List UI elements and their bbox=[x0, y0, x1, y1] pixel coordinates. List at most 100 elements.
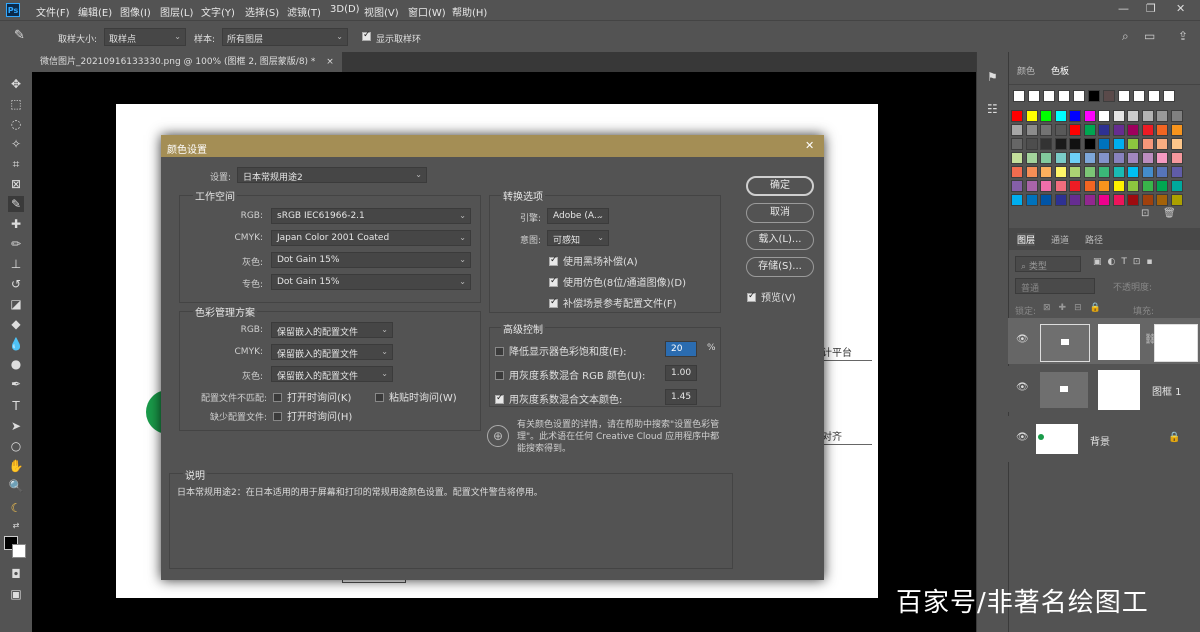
blend-rgb-checkbox[interactable]: 用灰度系数混合 RGB 颜色(U): bbox=[495, 367, 645, 382]
swatch[interactable] bbox=[1025, 194, 1038, 206]
blend-text-checkbox[interactable]: 用灰度系数混合文本颜色: bbox=[495, 391, 622, 406]
swatch[interactable] bbox=[1127, 138, 1139, 150]
properties-panel-icon[interactable]: ☷ bbox=[987, 102, 998, 116]
swatch[interactable] bbox=[1112, 110, 1125, 122]
swatch[interactable] bbox=[1141, 166, 1154, 178]
eraser-tool-icon[interactable]: ◪ bbox=[8, 296, 24, 312]
menu-filter[interactable]: 滤镜(T) bbox=[287, 4, 321, 19]
swatch[interactable] bbox=[1069, 124, 1081, 136]
swatch[interactable] bbox=[1054, 194, 1067, 206]
swatch[interactable] bbox=[1040, 180, 1052, 192]
lasso-tool-icon[interactable]: ◌ bbox=[8, 116, 24, 132]
swatch[interactable] bbox=[1011, 138, 1023, 150]
menu-3d[interactable]: 3D(D) bbox=[330, 4, 360, 15]
swatch[interactable] bbox=[1011, 180, 1023, 192]
layer-row[interactable]: 👁 图框 1 bbox=[1008, 366, 1200, 412]
swatch[interactable] bbox=[1011, 110, 1023, 122]
swatch[interactable] bbox=[1170, 194, 1183, 206]
swatch[interactable] bbox=[1127, 194, 1139, 206]
layer-kind-filter[interactable]: ⌕ 类型 bbox=[1015, 256, 1081, 272]
swatch[interactable] bbox=[1156, 110, 1168, 122]
swatch[interactable] bbox=[1013, 90, 1025, 102]
swatch[interactable] bbox=[1141, 138, 1154, 150]
menu-select[interactable]: 选择(S) bbox=[245, 4, 279, 19]
new-swatch-icon[interactable]: ⊡ bbox=[1141, 208, 1149, 219]
tab-channels[interactable]: 通道 bbox=[1051, 233, 1069, 246]
history-panel-icon[interactable]: ⚑ bbox=[987, 70, 998, 84]
cancel-button[interactable]: 取消 bbox=[746, 203, 814, 223]
menu-layer[interactable]: 图层(L) bbox=[160, 4, 193, 19]
eye-icon[interactable]: 👁 bbox=[1016, 432, 1029, 443]
swatch[interactable] bbox=[1170, 124, 1183, 136]
dither-checkbox[interactable]: 使用仿色(8位/通道图像)(D) bbox=[549, 274, 686, 289]
swatch[interactable] bbox=[1025, 166, 1038, 178]
swatch[interactable] bbox=[1011, 152, 1023, 164]
swatch[interactable] bbox=[1127, 152, 1139, 164]
swatch[interactable] bbox=[1098, 166, 1110, 178]
swatch[interactable] bbox=[1170, 152, 1183, 164]
swatch[interactable] bbox=[1163, 90, 1175, 102]
dialog-title-bar[interactable]: 颜色设置 ✕ bbox=[161, 135, 824, 157]
swatch[interactable] bbox=[1069, 166, 1081, 178]
swatch[interactable] bbox=[1156, 180, 1168, 192]
swatch[interactable] bbox=[1112, 138, 1125, 150]
swatch[interactable] bbox=[1083, 180, 1096, 192]
desaturate-checkbox[interactable]: 降低显示器色彩饱和度(E): bbox=[495, 343, 627, 358]
swatch[interactable] bbox=[1083, 124, 1096, 136]
policy-rgb-select[interactable]: 保留嵌入的配置文件 ⌄ bbox=[271, 322, 393, 338]
menu-help[interactable]: 帮助(H) bbox=[452, 4, 487, 19]
mismatch-ask-open-checkbox[interactable]: 打开时询问(K) bbox=[273, 389, 351, 404]
swatch[interactable] bbox=[1127, 166, 1139, 178]
workspace-gray-select[interactable]: Dot Gain 15% ⌄ bbox=[271, 252, 471, 268]
swatch[interactable] bbox=[1112, 180, 1125, 192]
share-icon[interactable]: ⇪ bbox=[1178, 29, 1188, 43]
menu-type[interactable]: 文字(Y) bbox=[201, 4, 235, 19]
swatch[interactable] bbox=[1043, 90, 1055, 102]
show-ring-checkbox[interactable] bbox=[362, 30, 371, 44]
paint-bucket-icon[interactable]: ◆ bbox=[8, 316, 24, 332]
intent-select[interactable]: 可感知 ⌄ bbox=[547, 230, 609, 246]
swatch[interactable] bbox=[1011, 124, 1023, 136]
blur-tool-icon[interactable]: 💧 bbox=[8, 336, 24, 352]
swatch[interactable] bbox=[1141, 110, 1154, 122]
swatch[interactable] bbox=[1069, 110, 1081, 122]
swatch[interactable] bbox=[1054, 110, 1067, 122]
layer-row[interactable]: 👁 背景 🔒 bbox=[1008, 416, 1200, 462]
compensate-scene-checkbox[interactable]: 补偿场景参考配置文件(F) bbox=[549, 295, 677, 310]
swatch[interactable] bbox=[1098, 180, 1110, 192]
trash-icon[interactable]: 🗑 bbox=[1163, 208, 1176, 219]
swatch[interactable] bbox=[1148, 90, 1160, 102]
dodge-tool-icon[interactable]: ● bbox=[8, 356, 24, 372]
sample-select[interactable]: 所有图层 ⌄ bbox=[222, 28, 348, 46]
blend-text-input[interactable]: 1.45 bbox=[665, 389, 697, 405]
swatch[interactable] bbox=[1133, 90, 1145, 102]
swatch[interactable] bbox=[1098, 194, 1110, 206]
save-button[interactable]: 存储(S)... bbox=[746, 257, 814, 277]
swatch[interactable] bbox=[1103, 90, 1115, 102]
close-icon[interactable]: ✕ bbox=[1176, 2, 1185, 15]
settings-select[interactable]: 日本常规用途2 ⌄ bbox=[237, 167, 427, 183]
blend-mode-select[interactable]: 普通 bbox=[1015, 278, 1095, 294]
close-tab-icon[interactable]: × bbox=[326, 57, 334, 67]
workspace-rgb-select[interactable]: sRGB IEC61966-2.1 ⌄ bbox=[271, 208, 471, 224]
workspace-cmyk-select[interactable]: Japan Color 2001 Coated ⌄ bbox=[271, 230, 471, 246]
mismatch-ask-paste-checkbox[interactable]: 粘贴时询问(W) bbox=[375, 389, 457, 404]
path-select-icon[interactable]: ➤ bbox=[8, 418, 24, 434]
swatch[interactable] bbox=[1054, 152, 1067, 164]
blend-rgb-input[interactable]: 1.00 bbox=[665, 365, 697, 381]
tab-color[interactable]: 颜色 bbox=[1017, 64, 1035, 77]
pen-tool-icon[interactable]: ✒ bbox=[8, 376, 24, 392]
swatch[interactable] bbox=[1083, 166, 1096, 178]
swatch[interactable] bbox=[1112, 152, 1125, 164]
swatch[interactable] bbox=[1156, 124, 1168, 136]
swatch[interactable] bbox=[1156, 152, 1168, 164]
hand-tool-icon[interactable]: ✋ bbox=[8, 458, 24, 474]
engine-select[interactable]: Adobe (A... ⌄ bbox=[547, 208, 609, 224]
swatch[interactable] bbox=[1025, 124, 1038, 136]
swatch[interactable] bbox=[1170, 110, 1183, 122]
swap-colors-icon[interactable]: ⇄ bbox=[8, 518, 24, 534]
menu-image[interactable]: 图像(I) bbox=[120, 4, 151, 19]
eyedropper-tool-icon[interactable]: ✎ bbox=[8, 196, 24, 212]
swatch[interactable] bbox=[1025, 152, 1038, 164]
preview-checkbox[interactable]: 预览(V) bbox=[747, 289, 796, 304]
